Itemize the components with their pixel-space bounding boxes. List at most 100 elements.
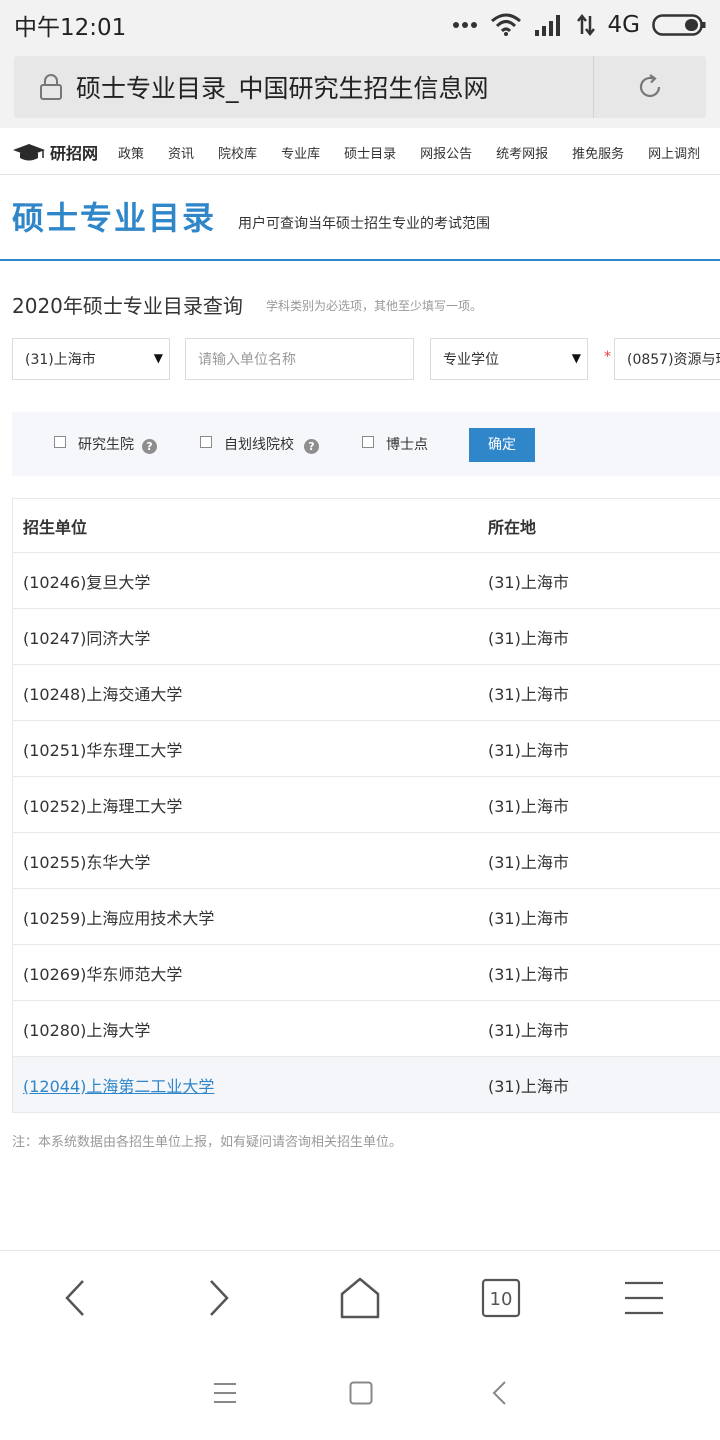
unit-cell[interactable]: (10280)上海大学 — [23, 1001, 150, 1056]
logo-text: 研招网 — [50, 144, 99, 163]
query-hint: 学科类别为必选项，其他至少填写一项。 — [266, 299, 483, 313]
status-bar: 中午12:01 4G — [0, 0, 720, 50]
table-row[interactable]: (10259)上海应用技术大学 (31)上海市 — [13, 889, 720, 945]
table-row-highlighted[interactable]: (12044)上海第二工业大学 (31)上海市 — [13, 1057, 720, 1113]
location-cell: (31)上海市 — [488, 964, 569, 984]
table-row[interactable]: (10251)华东理工大学 (31)上海市 — [13, 721, 720, 777]
nav-item-policy[interactable]: 政策 — [118, 143, 144, 162]
discipline-select-value: (0857)资源与环境 — [627, 352, 720, 368]
doctoral-checkbox[interactable] — [362, 436, 374, 448]
nav-item-exam-registration[interactable]: 统考网报 — [496, 143, 548, 162]
unit-cell[interactable]: (10251)华东理工大学 — [23, 721, 182, 776]
location-cell: (31)上海市 — [488, 628, 569, 648]
chevron-right-icon — [210, 1280, 229, 1316]
location-cell: (31)上海市 — [488, 740, 569, 760]
unit-cell[interactable]: (10248)上海交通大学 — [23, 665, 182, 720]
back-button[interactable] — [26, 1251, 126, 1345]
menu-icon — [625, 1281, 663, 1315]
browser-url-area: 硕士专业目录_中国研究生招生信息网 — [0, 50, 720, 128]
signal-icon — [534, 15, 560, 36]
table-header-row: 招生单位 所在地 — [13, 499, 720, 553]
unit-link[interactable]: (12044)上海第二工业大学 — [23, 1073, 214, 1097]
system-home-button[interactable] — [316, 1345, 406, 1440]
degree-type-value: 专业学位 — [443, 352, 499, 368]
location-cell: (31)上海市 — [488, 796, 569, 816]
column-header-unit: 招生单位 — [23, 517, 88, 537]
confirm-button[interactable]: 确定 — [469, 428, 535, 462]
nav-item-master-catalog[interactable]: 硕士目录 — [344, 143, 396, 162]
network-type: 4G — [607, 12, 640, 38]
results-table: 招生单位 所在地 (10246)复旦大学 (31)上海市 (10247)同济大学… — [12, 498, 720, 1113]
reload-icon — [639, 74, 661, 98]
table-row[interactable]: (10246)复旦大学 (31)上海市 — [13, 553, 720, 609]
table-row[interactable]: (10252)上海理工大学 (31)上海市 — [13, 777, 720, 833]
system-menu-button[interactable] — [180, 1345, 270, 1440]
unit-cell[interactable]: (10252)上海理工大学 — [23, 777, 182, 832]
chevron-left-icon — [65, 1280, 84, 1316]
site-nav: 研招网 政策 资讯 院校库 专业库 硕士目录 网报公告 统考网报 推免服务 网上… — [0, 130, 720, 175]
table-row[interactable]: (10255)东华大学 (31)上海市 — [13, 833, 720, 889]
status-time: 中午12:01 — [14, 15, 127, 41]
table-row[interactable]: (10247)同济大学 (31)上海市 — [13, 609, 720, 665]
reload-button[interactable] — [594, 72, 706, 102]
tabs-button[interactable]: 10 — [451, 1251, 551, 1345]
footnote: 注：本系统数据由各招生单位上报，如有疑问请咨询相关招生单位。 — [12, 1135, 403, 1150]
lock-icon — [40, 74, 62, 100]
column-header-location: 所在地 — [488, 517, 537, 537]
unit-cell-link[interactable]: (12044)上海第二工业大学 — [23, 1057, 214, 1112]
menu-icon — [214, 1382, 236, 1403]
battery-icon — [652, 14, 706, 36]
self-line-checkbox[interactable] — [200, 436, 212, 448]
location-cell: (31)上海市 — [488, 852, 569, 872]
region-select[interactable]: (31)上海市 ▼ — [12, 338, 170, 380]
unit-cell[interactable]: (10255)东华大学 — [23, 833, 150, 888]
more-dots-icon — [452, 22, 477, 28]
page-header: 硕士专业目录 用户可查询当年硕士招生专业的考试范围 — [0, 175, 720, 261]
graduation-cap-icon — [13, 144, 45, 161]
discipline-select[interactable]: (0857)资源与环境 — [614, 338, 720, 380]
table-row[interactable]: (10269)华东师范大学 (31)上海市 — [13, 945, 720, 1001]
menu-button[interactable] — [594, 1251, 694, 1345]
unit-cell[interactable]: (10246)复旦大学 — [23, 553, 150, 608]
tab-count: 10 — [490, 1289, 513, 1310]
degree-type-select[interactable]: 专业学位 ▼ — [430, 338, 588, 380]
table-row[interactable]: (10248)上海交通大学 (31)上海市 — [13, 665, 720, 721]
page-title-url[interactable]: 硕士专业目录_中国研究生招生信息网 — [76, 69, 593, 105]
nav-item-news[interactable]: 资讯 — [168, 143, 194, 162]
dropdown-caret-icon: ▼ — [153, 351, 163, 365]
system-back-button[interactable] — [454, 1345, 544, 1440]
page-subtitle: 用户可查询当年硕士招生专业的考试范围 — [238, 216, 490, 232]
nav-item-school-db[interactable]: 院校库 — [218, 143, 257, 162]
nav-item-adjustment[interactable]: 网上调剂 — [648, 143, 700, 162]
square-icon — [349, 1381, 373, 1404]
nav-item-announcements[interactable]: 网报公告 — [420, 143, 472, 162]
home-button[interactable] — [310, 1251, 410, 1345]
unit-cell[interactable]: (10259)上海应用技术大学 — [23, 889, 214, 944]
status-icons: 4G — [452, 12, 706, 38]
forward-button[interactable] — [168, 1251, 268, 1345]
location-cell: (31)上海市 — [488, 1020, 569, 1040]
unit-name-input[interactable]: 请输入单位名称 — [185, 338, 414, 380]
query-title: 2020年硕士专业目录查询 — [12, 294, 243, 318]
site-logo[interactable]: 研招网 — [12, 140, 98, 164]
page-title: 硕士专业目录 — [12, 199, 217, 237]
tabs-icon: 10 — [481, 1278, 521, 1318]
nav-item-recommendation[interactable]: 推免服务 — [572, 143, 624, 162]
unit-cell[interactable]: (10247)同济大学 — [23, 609, 150, 664]
self-line-label[interactable]: 自划线院校 — [224, 434, 294, 454]
address-bar[interactable]: 硕士专业目录_中国研究生招生信息网 — [14, 56, 706, 118]
grad-school-label[interactable]: 研究生院 — [78, 434, 134, 454]
self-line-help-icon[interactable]: ? — [304, 439, 319, 454]
table-row[interactable]: (10280)上海大学 (31)上海市 — [13, 1001, 720, 1057]
doctoral-label[interactable]: 博士点 — [386, 434, 428, 454]
unit-cell[interactable]: (10269)华东师范大学 — [23, 945, 182, 1000]
location-cell: (31)上海市 — [488, 572, 569, 592]
grad-school-help-icon[interactable]: ? — [142, 439, 157, 454]
region-select-value: (31)上海市 — [25, 352, 96, 368]
location-cell: (31)上海市 — [488, 908, 569, 928]
location-cell: (31)上海市 — [488, 684, 569, 704]
required-mark: * — [604, 349, 611, 365]
grad-school-checkbox[interactable] — [54, 436, 66, 448]
system-nav-bar — [0, 1345, 720, 1440]
nav-item-major-db[interactable]: 专业库 — [281, 143, 320, 162]
